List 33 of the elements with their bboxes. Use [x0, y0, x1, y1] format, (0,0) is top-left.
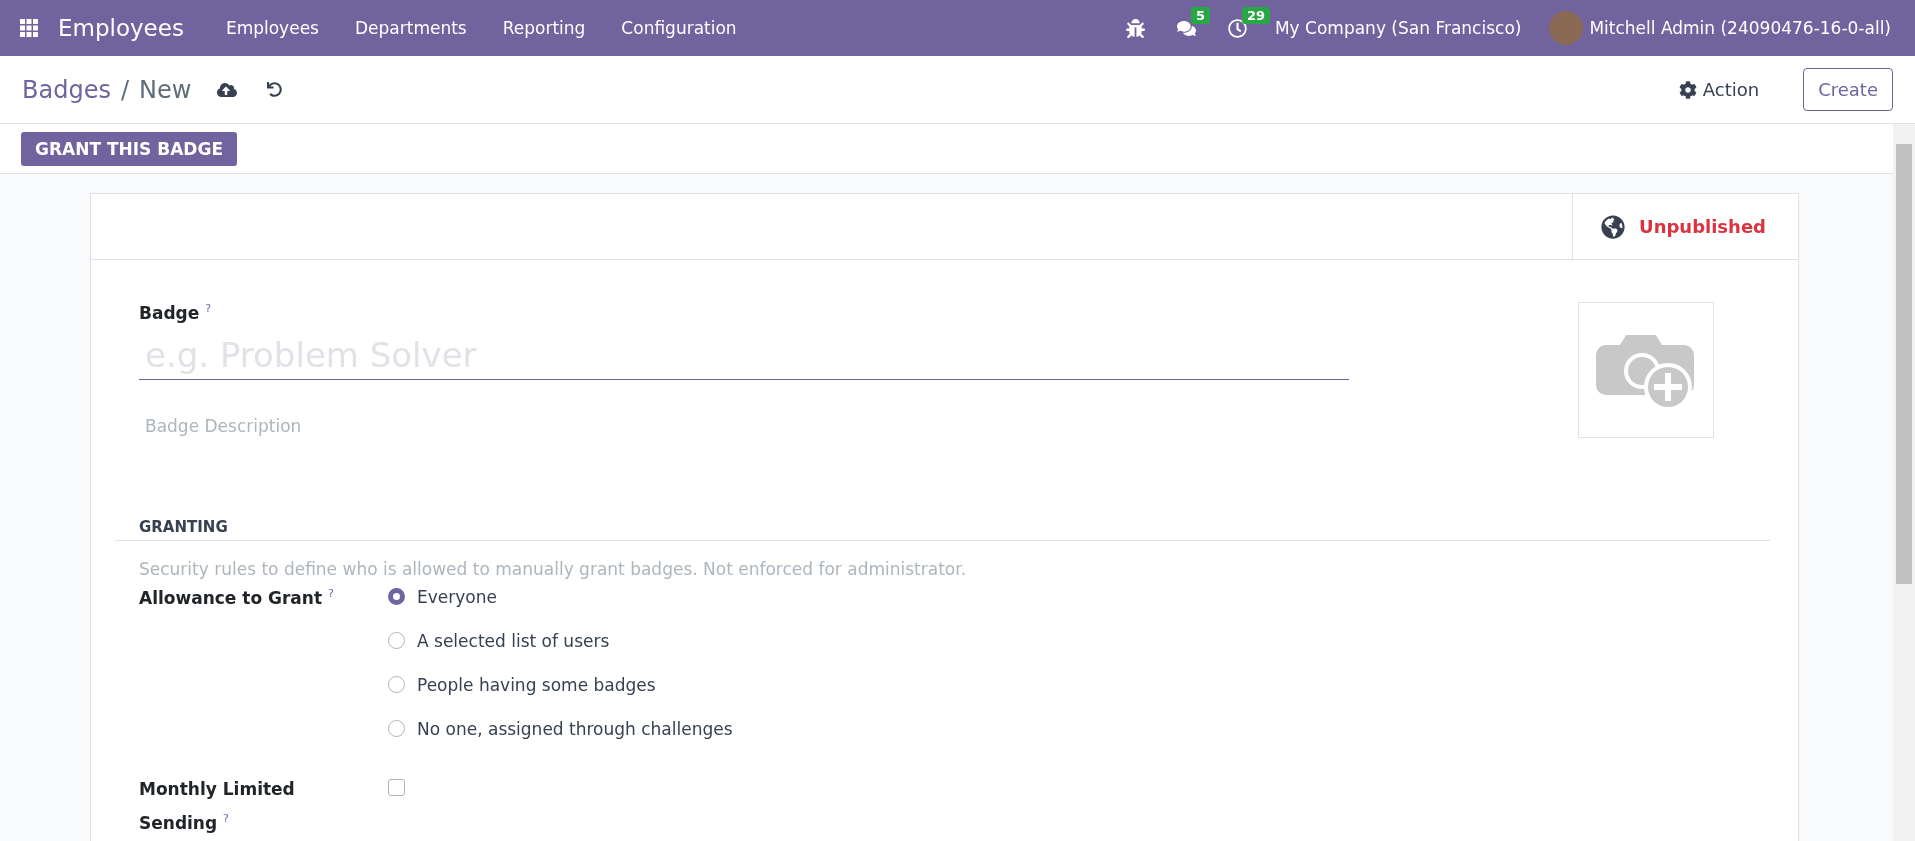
menu-item[interactable]: Reporting	[484, 18, 604, 38]
bug-icon[interactable]	[1125, 18, 1145, 38]
menu-item[interactable]: Employees	[207, 18, 337, 38]
globe-icon	[1601, 214, 1625, 239]
activity-counter: 29	[1241, 6, 1271, 24]
apps-menu-icon[interactable]	[20, 19, 38, 37]
radio-option[interactable]: People having some badges	[388, 674, 1750, 695]
field-label: Monthly Limited Sending $^{?}$	[139, 777, 296, 835]
field-label: Allowance to Grant $^{?}$	[139, 586, 335, 610]
help-text: Security rules to define who is allowed to manually grant badges. Not enforced for administrator.	[139, 558, 968, 579]
checkbox[interactable]	[388, 778, 405, 796]
app-name[interactable]: Employees	[58, 15, 184, 41]
clock-icon[interactable]	[1227, 18, 1247, 38]
chat-icon[interactable]	[1176, 18, 1196, 38]
breadcrumb-current: New	[139, 75, 192, 104]
scrollbar[interactable]	[1893, 124, 1915, 841]
menu-item[interactable]: Departments	[336, 18, 485, 38]
undo-icon	[267, 82, 283, 97]
breadcrumb-separator: /	[120, 75, 129, 104]
message-counter: 5	[1190, 6, 1210, 24]
company-switcher[interactable]: My Company (San Francisco)	[1274, 18, 1522, 38]
create-button[interactable]: Create	[1803, 68, 1893, 111]
radio-option[interactable]: No one, assigned through challenges	[388, 718, 1750, 739]
action-button[interactable]: Action	[1672, 78, 1766, 101]
radio-option[interactable]: A selected list of users	[388, 630, 1750, 651]
field-label: Badge $^{?}$	[139, 302, 213, 323]
menu-item[interactable]: Configuration	[603, 18, 755, 38]
section-heading: GRANTING	[115, 517, 1770, 541]
radio-option[interactable]: Everyone	[388, 586, 1750, 607]
breadcrumb-link[interactable]: Badges	[22, 75, 111, 104]
gear-icon	[1678, 80, 1697, 99]
user-menu[interactable]: Mitchell Admin (24090476-16-0-all)	[1589, 18, 1891, 38]
grant-badge-button[interactable]: GRANT THIS BADGE	[21, 131, 238, 166]
